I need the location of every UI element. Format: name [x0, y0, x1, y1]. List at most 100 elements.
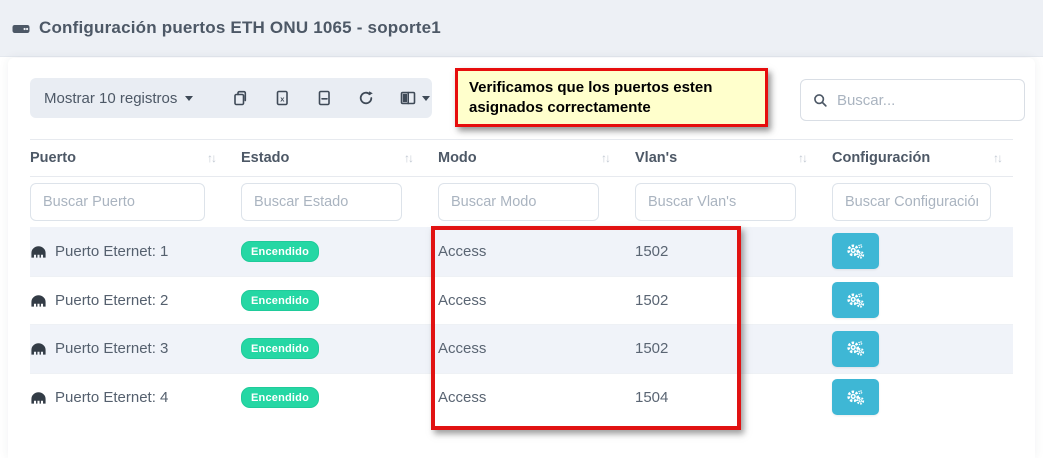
- column-header-puerto[interactable]: Puerto ↑↓: [30, 140, 227, 176]
- cell-estado: Encendido: [227, 325, 424, 373]
- cell-configuracion: [818, 277, 1013, 325]
- global-search: [800, 79, 1025, 121]
- column-header-vlan[interactable]: Vlan's ↑↓: [621, 140, 818, 176]
- mode-value: Access: [438, 389, 486, 406]
- column-label: Vlan's: [635, 150, 677, 166]
- filter-input-estado[interactable]: [241, 183, 402, 221]
- search-icon: [813, 92, 828, 109]
- column-label: Modo: [438, 150, 477, 166]
- table-row: Puerto Eternet: 3 Encendido Access 1502: [30, 324, 1013, 373]
- search-input[interactable]: [837, 92, 1012, 109]
- table-filter-row: [30, 177, 1013, 227]
- sort-icon[interactable]: ↑↓: [798, 151, 810, 165]
- ethernet-icon: [30, 293, 47, 308]
- refresh-button[interactable]: [358, 86, 374, 110]
- configure-port-button[interactable]: [832, 379, 879, 415]
- sort-icon[interactable]: ↑↓: [601, 151, 613, 165]
- vlan-value: 1502: [635, 243, 668, 260]
- mode-value: Access: [438, 340, 486, 357]
- svg-text:x: x: [281, 95, 286, 104]
- cogs-icon: [845, 340, 866, 357]
- sort-icon[interactable]: ↑↓: [207, 151, 219, 165]
- filter-cell-puerto: [30, 177, 227, 227]
- column-visibility-button[interactable]: [400, 86, 430, 110]
- filter-input-puerto[interactable]: [30, 183, 205, 221]
- chevron-down-icon: [185, 96, 193, 101]
- show-entries-dropdown[interactable]: Mostrar 10 registros: [44, 90, 193, 107]
- cell-puerto: Puerto Eternet: 2: [30, 277, 227, 325]
- cell-modo: Access: [424, 374, 621, 422]
- cell-estado: Encendido: [227, 374, 424, 422]
- cell-modo: Access: [424, 227, 621, 276]
- vlan-value: 1502: [635, 340, 668, 357]
- cell-puerto: Puerto Eternet: 4: [30, 374, 227, 422]
- filter-input-modo[interactable]: [438, 183, 599, 221]
- page-title: Configuración puertos ETH ONU 1065 - sop…: [39, 18, 441, 38]
- status-badge: Encendido: [241, 338, 319, 359]
- cogs-icon: [845, 389, 866, 406]
- port-label: Puerto Eternet: 3: [55, 340, 168, 357]
- configure-port-button[interactable]: [832, 331, 879, 367]
- cell-modo: Access: [424, 277, 621, 325]
- column-header-configuracion[interactable]: Configuración ↑↓: [818, 140, 1013, 176]
- vlan-value: 1502: [635, 292, 668, 309]
- excel-export-button[interactable]: x: [274, 86, 290, 110]
- ports-table: Puerto↑↓Estado↑↓Modo↑↓Vlan's↑↓Configurac…: [30, 139, 1013, 421]
- filter-cell-modo: [424, 177, 621, 227]
- show-entries-label: Mostrar 10 registros: [44, 90, 177, 107]
- copy-icon: [232, 90, 248, 106]
- cell-configuracion: [818, 227, 1013, 276]
- cogs-icon: [845, 292, 866, 309]
- ethernet-icon: [30, 244, 47, 259]
- page-header: Configuración puertos ETH ONU 1065 - sop…: [0, 0, 1043, 57]
- status-badge: Encendido: [241, 290, 319, 311]
- ethernet-icon: [30, 341, 47, 356]
- ethernet-icon: [30, 390, 47, 405]
- annotation-note: Verificamos que los puertos esten asigna…: [455, 68, 768, 127]
- status-badge: Encendido: [241, 241, 319, 262]
- cell-configuracion: [818, 325, 1013, 373]
- chevron-down-icon: [422, 96, 430, 101]
- port-label: Puerto Eternet: 1: [55, 243, 168, 260]
- cell-vlan: 1502: [621, 325, 818, 373]
- cell-vlan: 1502: [621, 277, 818, 325]
- port-label: Puerto Eternet: 2: [55, 292, 168, 309]
- table-row: Puerto Eternet: 4 Encendido Access 1504: [30, 373, 1013, 422]
- table-row: Puerto Eternet: 2 Encendido Access 1502: [30, 276, 1013, 325]
- excel-icon: x: [274, 90, 290, 106]
- column-label: Configuración: [832, 150, 930, 166]
- cell-estado: Encendido: [227, 277, 424, 325]
- filter-input-vlan[interactable]: [635, 183, 796, 221]
- cell-puerto: Puerto Eternet: 1: [30, 227, 227, 276]
- filter-input-configuracion[interactable]: [832, 183, 991, 221]
- filter-cell-configuracion: [818, 177, 1013, 227]
- configure-port-button[interactable]: [832, 282, 879, 318]
- cell-estado: Encendido: [227, 227, 424, 276]
- file-icon: [316, 90, 332, 106]
- mode-value: Access: [438, 292, 486, 309]
- filter-cell-estado: [227, 177, 424, 227]
- column-header-modo[interactable]: Modo ↑↓: [424, 140, 621, 176]
- column-label: Puerto: [30, 150, 76, 166]
- file-export-button[interactable]: [316, 86, 332, 110]
- column-label: Estado: [241, 150, 289, 166]
- configure-port-button[interactable]: [832, 233, 879, 269]
- port-label: Puerto Eternet: 4: [55, 389, 168, 406]
- table-body: Puerto Eternet: 1EncendidoAccess1502Puer…: [30, 227, 1013, 421]
- table-row: Puerto Eternet: 1 Encendido Access 1502: [30, 227, 1013, 276]
- mode-value: Access: [438, 243, 486, 260]
- sort-icon[interactable]: ↑↓: [404, 151, 416, 165]
- vlan-value: 1504: [635, 389, 668, 406]
- column-header-estado[interactable]: Estado ↑↓: [227, 140, 424, 176]
- table-header-row: Puerto↑↓Estado↑↓Modo↑↓Vlan's↑↓Configurac…: [30, 139, 1013, 177]
- sort-icon[interactable]: ↑↓: [993, 151, 1005, 165]
- status-badge: Encendido: [241, 387, 319, 408]
- cell-vlan: 1504: [621, 374, 818, 422]
- cogs-icon: [845, 243, 866, 260]
- router-icon: [12, 20, 30, 37]
- filter-cell-vlan: [621, 177, 818, 227]
- cell-puerto: Puerto Eternet: 3: [30, 325, 227, 373]
- cell-configuracion: [818, 374, 1013, 422]
- copy-button[interactable]: [232, 86, 248, 110]
- table-toolbar: Mostrar 10 registros x: [30, 78, 432, 118]
